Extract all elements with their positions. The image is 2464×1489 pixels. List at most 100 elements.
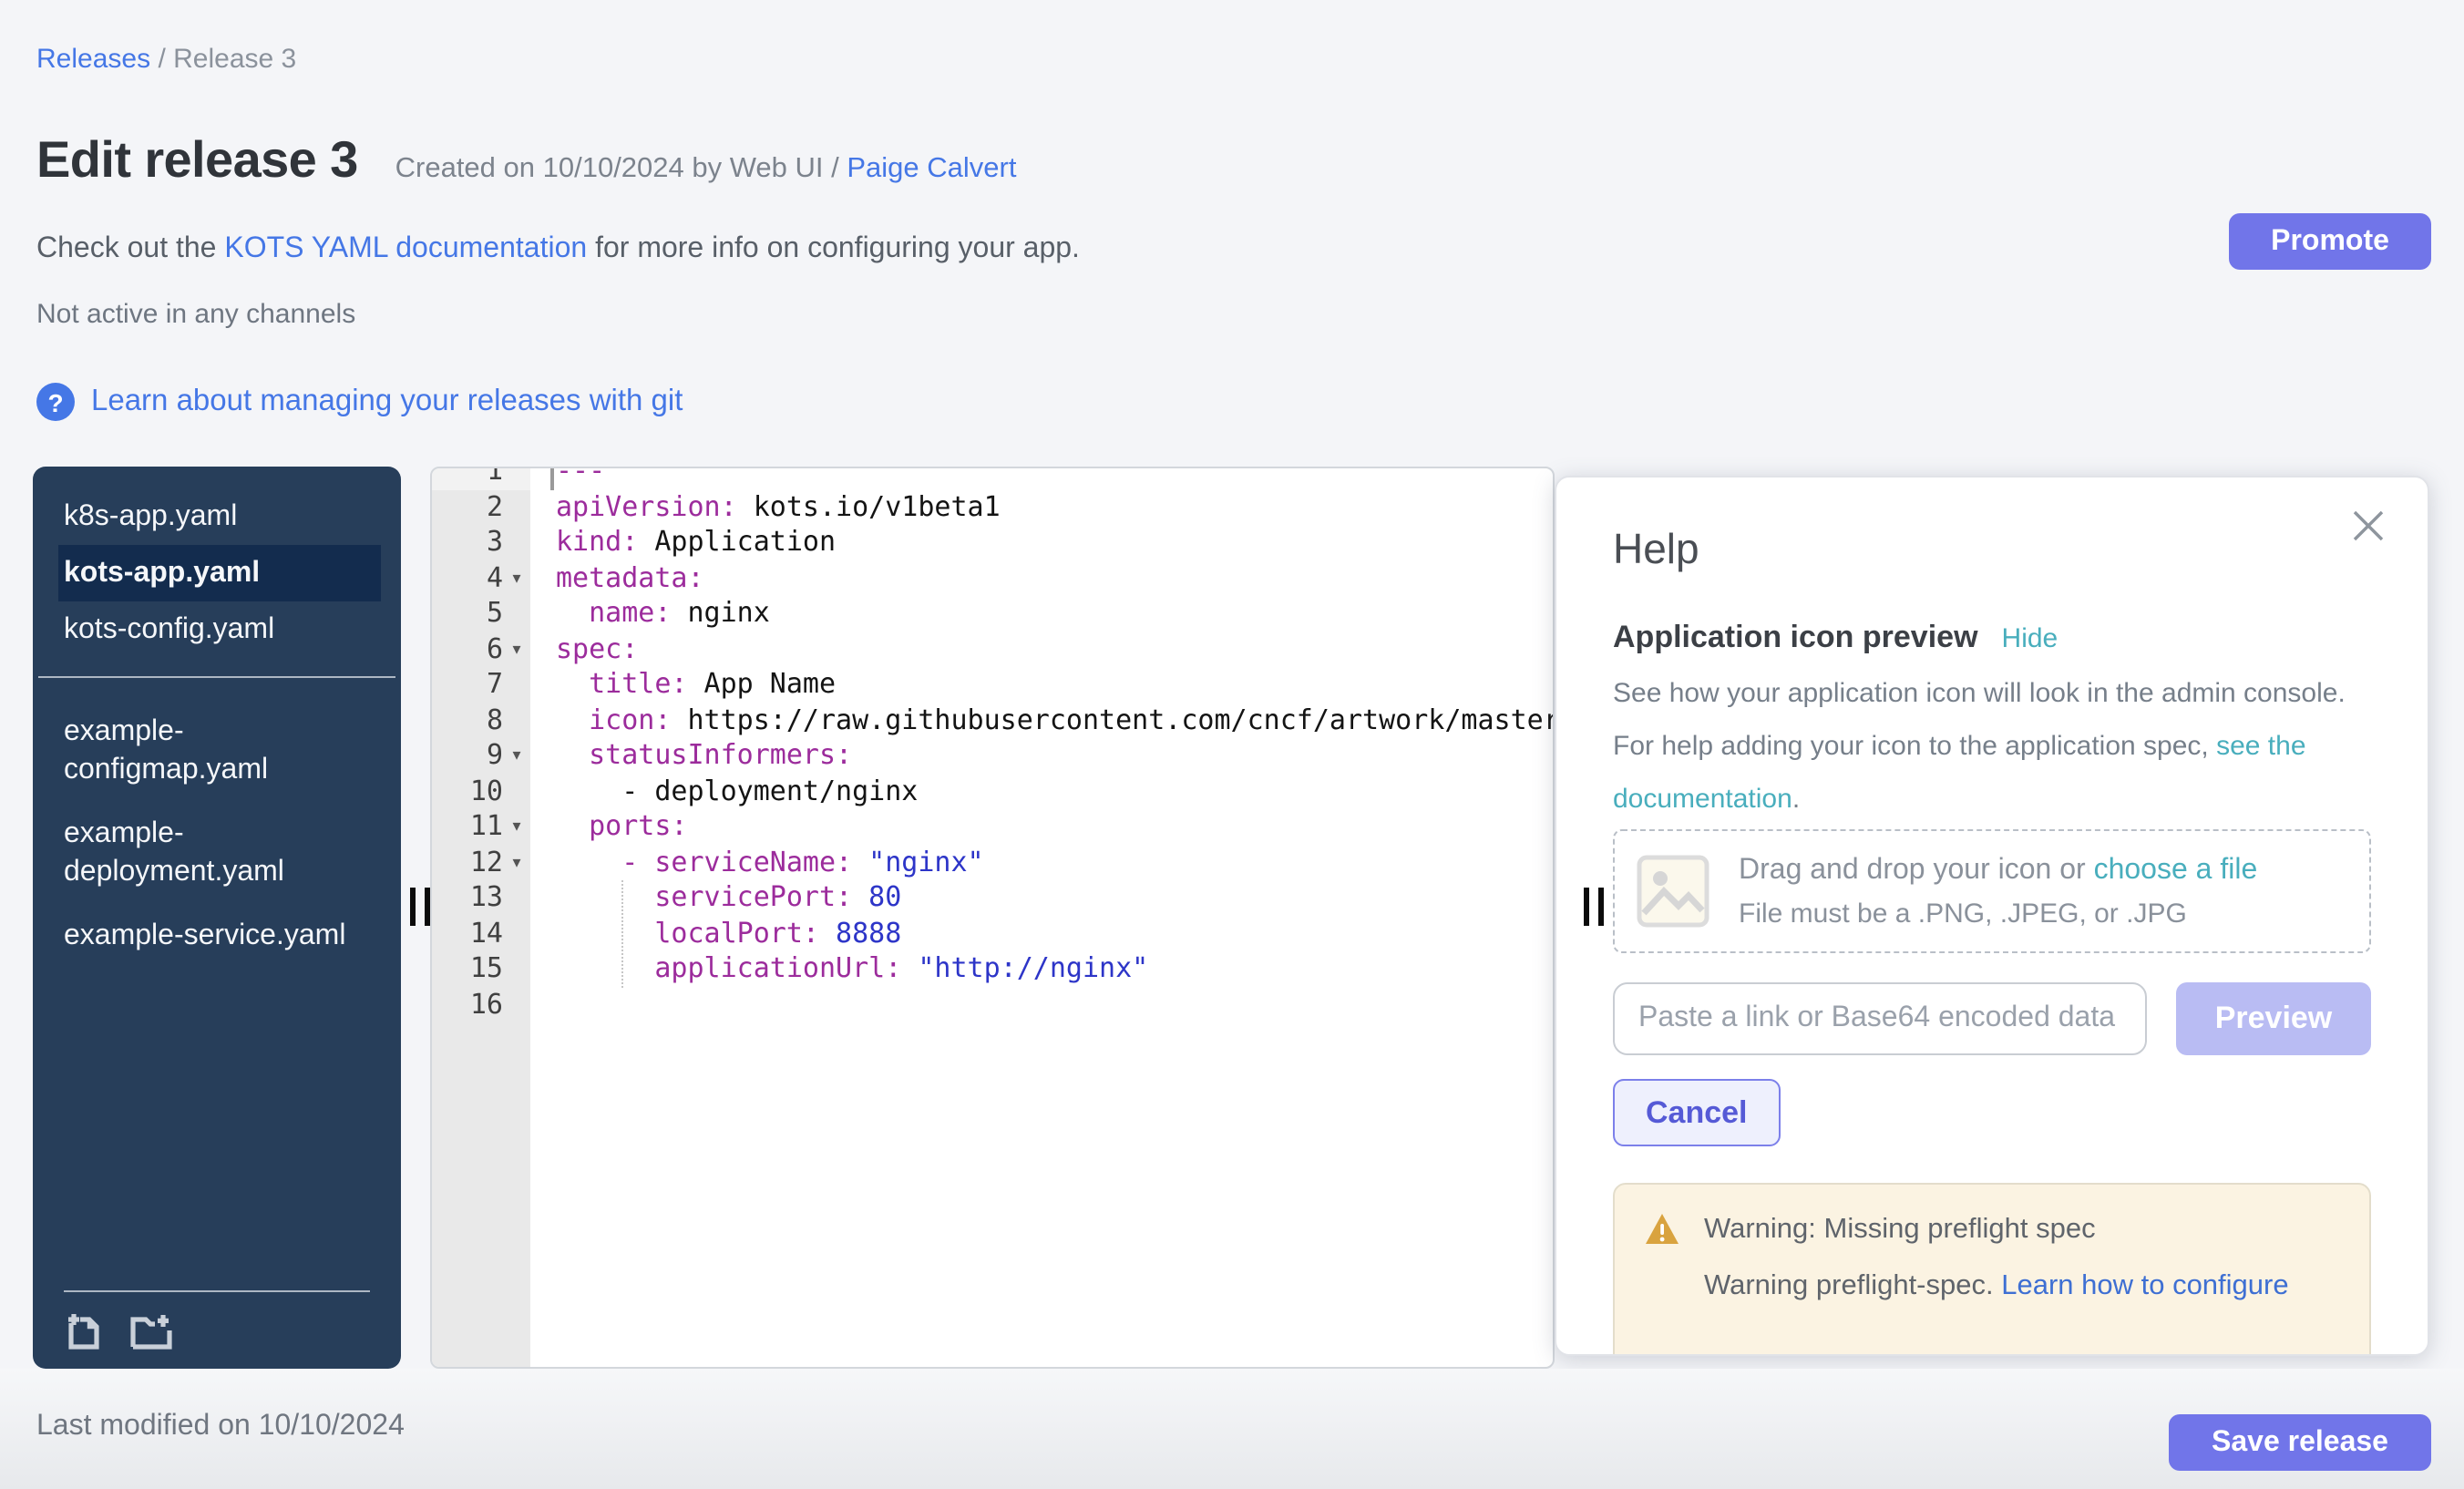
code-line-10[interactable]: 10 - deployment/nginx bbox=[432, 774, 1553, 809]
line-number-6: 6▾ bbox=[432, 632, 530, 667]
choose-file-link[interactable]: choose a file bbox=[2094, 854, 2258, 885]
learn-how-to-configure-link[interactable]: Learn how to configure bbox=[2001, 1270, 2288, 1301]
image-placeholder-icon bbox=[1637, 855, 1709, 928]
created-info: Created on 10/10/2024 by Web UI / Paige … bbox=[395, 153, 1017, 186]
code-line-16[interactable]: 16 bbox=[432, 987, 1553, 1022]
line-number-12: 12▾ bbox=[432, 845, 530, 880]
file-tree-sidebar: k8s-app.yamlkots-app.yamlkots-config.yam… bbox=[33, 467, 401, 1369]
code-text: metadata: bbox=[530, 560, 704, 596]
line-number-15: 15 bbox=[432, 951, 530, 987]
icon-preview-title: Application icon preview bbox=[1613, 620, 1978, 656]
code-text: - serviceName: "nginx" bbox=[530, 845, 984, 880]
last-modified-text: Last modified on 10/10/2024 bbox=[36, 1411, 405, 1443]
warning-detail: Warning preflight-spec. Learn how to con… bbox=[1704, 1270, 2340, 1303]
add-file-button[interactable] bbox=[64, 1310, 104, 1350]
file-tree-item-k8s-app.yaml[interactable]: k8s-app.yaml bbox=[58, 488, 361, 545]
add-file-icon bbox=[64, 1310, 104, 1350]
warning-title: Warning: Missing preflight spec bbox=[1704, 1213, 2096, 1246]
file-tree-item-example-service.yaml[interactable]: example-service.yaml bbox=[58, 904, 361, 968]
help-panel-title: Help bbox=[1613, 525, 1699, 574]
docs-prefix: Check out the bbox=[36, 233, 224, 264]
code-line-14[interactable]: 14 localPort: 8888 bbox=[432, 916, 1553, 951]
yaml-editor[interactable]: 1---2apiVersion: kots.io/v1beta13kind: A… bbox=[430, 467, 1555, 1369]
code-line-11[interactable]: 11▾ ports: bbox=[432, 809, 1553, 845]
fold-arrow-icon[interactable]: ▾ bbox=[503, 809, 530, 845]
cancel-button[interactable]: Cancel bbox=[1613, 1079, 1781, 1146]
promote-button[interactable]: Promote bbox=[2229, 213, 2431, 270]
preview-button[interactable]: Preview bbox=[2176, 982, 2371, 1055]
sidebar-resize-handle[interactable] bbox=[410, 888, 430, 926]
dropzone-line1-text: Drag and drop your icon or bbox=[1739, 854, 2094, 885]
dropzone-text: Drag and drop your icon or choose a file… bbox=[1739, 854, 2257, 929]
line-number-1: 1 bbox=[432, 467, 530, 489]
code-text: servicePort: 80 bbox=[530, 880, 901, 916]
code-line-1[interactable]: 1--- bbox=[432, 467, 1553, 489]
line-number-7: 7 bbox=[432, 667, 530, 703]
line-number-14: 14 bbox=[432, 916, 530, 951]
code-line-7[interactable]: 7 title: App Name bbox=[432, 667, 1553, 703]
code-line-3[interactable]: 3kind: Application bbox=[432, 525, 1553, 560]
line-number-3: 3 bbox=[432, 525, 530, 560]
code-line-12[interactable]: 12▾ - serviceName: "nginx" bbox=[432, 845, 1553, 880]
line-number-13: 13 bbox=[432, 880, 530, 916]
code-line-6[interactable]: 6▾spec: bbox=[432, 632, 1553, 667]
question-circle-icon: ? bbox=[36, 383, 75, 421]
icon-url-input[interactable] bbox=[1613, 982, 2147, 1055]
page: Releases / Release 3 Edit release 3 Crea… bbox=[0, 0, 2464, 1489]
code-line-15[interactable]: 15 applicationUrl: "http://nginx" bbox=[432, 951, 1553, 987]
code-line-8[interactable]: 8 icon: https://raw.githubusercontent.co… bbox=[432, 703, 1553, 738]
code-text: apiVersion: kots.io/v1beta1 bbox=[530, 489, 1001, 525]
title-row: Edit release 3 Created on 10/10/2024 by … bbox=[36, 131, 1016, 190]
code-text: --- bbox=[530, 467, 605, 489]
channel-status: Not active in any channels bbox=[36, 299, 355, 330]
kots-yaml-docs-link[interactable]: KOTS YAML documentation bbox=[224, 233, 587, 264]
dropzone-file-requirements: File must be a .PNG, .JPEG, or .JPG bbox=[1739, 898, 2257, 929]
code-text: kind: Application bbox=[530, 525, 836, 560]
docs-suffix: for more info on configuring your app. bbox=[587, 233, 1080, 264]
file-tree-item-example-deployment.yaml[interactable]: example-deployment.yaml bbox=[58, 802, 361, 904]
code-text: localPort: 8888 bbox=[530, 916, 901, 951]
add-folder-icon bbox=[129, 1310, 173, 1350]
description-period: . bbox=[1792, 784, 1800, 815]
editor-content: 1---2apiVersion: kots.io/v1beta13kind: A… bbox=[432, 467, 1553, 1022]
code-text bbox=[530, 987, 556, 1022]
git-help-link[interactable]: Learn about managing your releases with … bbox=[91, 385, 683, 419]
code-text: statusInformers: bbox=[530, 738, 852, 774]
add-folder-button[interactable] bbox=[129, 1310, 173, 1350]
code-line-2[interactable]: 2apiVersion: kots.io/v1beta1 bbox=[432, 489, 1553, 525]
fold-arrow-icon[interactable]: ▾ bbox=[503, 845, 530, 880]
breadcrumb-current: Release 3 bbox=[173, 44, 296, 75]
code-line-5[interactable]: 5 name: nginx bbox=[432, 596, 1553, 632]
code-line-4[interactable]: 4▾metadata: bbox=[432, 560, 1553, 596]
fold-arrow-icon[interactable]: ▾ bbox=[503, 560, 530, 596]
resize-bar-icon bbox=[1584, 888, 1589, 926]
close-help-button[interactable] bbox=[2346, 503, 2391, 549]
code-line-9[interactable]: 9▾ statusInformers: bbox=[432, 738, 1553, 774]
save-release-button[interactable]: Save release bbox=[2169, 1414, 2431, 1471]
fold-arrow-icon[interactable]: ▾ bbox=[503, 632, 530, 667]
page-title: Edit release 3 bbox=[36, 131, 358, 190]
fold-arrow-icon[interactable]: ▾ bbox=[503, 738, 530, 774]
file-tree-item-example-configmap.yaml[interactable]: example-configmap.yaml bbox=[58, 700, 361, 802]
line-number-4: 4▾ bbox=[432, 560, 530, 596]
file-tree-item-kots-config.yaml[interactable]: kots-config.yaml bbox=[58, 601, 361, 658]
resize-bar-icon bbox=[425, 888, 430, 926]
help-panel-resize-handle[interactable] bbox=[1584, 888, 1604, 926]
breadcrumb-releases-link[interactable]: Releases bbox=[36, 44, 150, 75]
code-text: title: App Name bbox=[530, 667, 836, 703]
hide-link[interactable]: Hide bbox=[2002, 623, 2058, 654]
file-tree-divider bbox=[38, 676, 395, 678]
docs-line: Check out the KOTS YAML documentation fo… bbox=[36, 233, 1080, 266]
line-number-5: 5 bbox=[432, 596, 530, 632]
created-by-link[interactable]: Paige Calvert bbox=[847, 153, 1016, 184]
code-text: name: nginx bbox=[530, 596, 770, 632]
warning-detail-text: Warning preflight-spec. bbox=[1704, 1270, 2001, 1301]
line-number-2: 2 bbox=[432, 489, 530, 525]
file-tree-item-kots-app.yaml[interactable]: kots-app.yaml bbox=[58, 545, 381, 601]
resize-bar-icon bbox=[1598, 888, 1604, 926]
line-number-9: 9▾ bbox=[432, 738, 530, 774]
code-text: - deployment/nginx bbox=[530, 774, 918, 809]
icon-dropzone[interactable]: Drag and drop your icon or choose a file… bbox=[1613, 829, 2371, 953]
file-tree-group-kots: k8s-app.yamlkots-app.yamlkots-config.yam… bbox=[58, 488, 375, 658]
code-line-13[interactable]: 13 servicePort: 80 bbox=[432, 880, 1553, 916]
